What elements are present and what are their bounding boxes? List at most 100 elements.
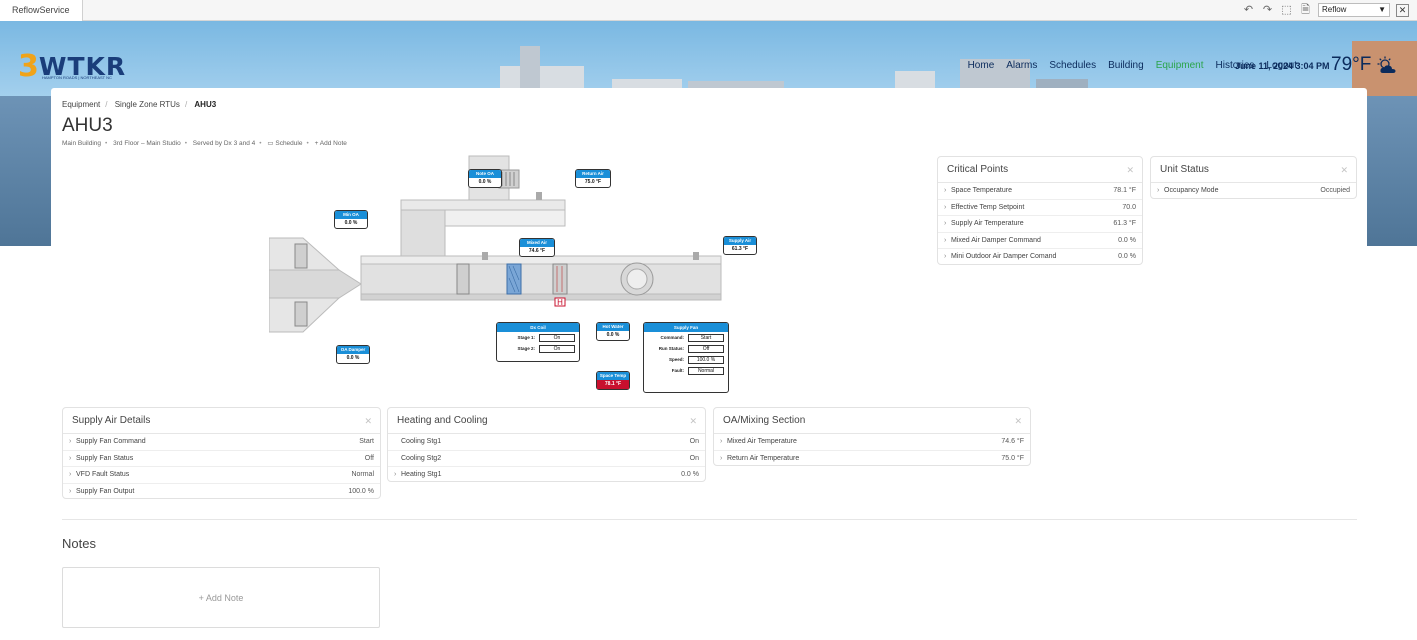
partly-cloudy-icon [1377, 56, 1396, 73]
fan-command-row: Command: Start [644, 332, 728, 343]
supply-air-sensor[interactable]: Supply Air 61.3 °F [723, 236, 757, 255]
chevron-down-icon: ▼ [1378, 5, 1386, 14]
oa-mixing-widget: OA/Mixing Section ✕ › Mixed Air Temperatu… [713, 407, 1031, 466]
heating-cooling-widget: Heating and Cooling ✕ ›Cooling Stg1On ›C… [387, 407, 706, 482]
breadcrumb-separator: / [105, 100, 108, 109]
list-item[interactable]: › Supply Fan Output 100.0 % [63, 484, 380, 501]
list-item[interactable]: › VFD Fault Status Normal [63, 467, 380, 484]
close-icon[interactable]: ✕ [1126, 157, 1134, 183]
close-icon[interactable]: ✕ [1340, 157, 1348, 183]
chevron-right-icon: › [944, 253, 947, 261]
nav-schedules[interactable]: Schedules [1049, 60, 1096, 71]
mode-select[interactable]: Reflow ▼ [1318, 3, 1390, 17]
list-item[interactable]: › Mixed Air Damper Command 0.0 % [938, 233, 1142, 250]
list-item[interactable]: › Mini Outdoor Air Damper Comand 0.0 % [938, 249, 1142, 266]
toolbar-icons: ↶ ↷ ⬚ 🗎 Reflow ▼ ✕ [1242, 3, 1409, 17]
list-item[interactable]: › Supply Fan Command Start [63, 434, 380, 451]
breadcrumb: Equipment / Single Zone RTUs / AHU3 [62, 100, 216, 109]
space-temp-sensor[interactable]: Space Temp 78.1 °F [596, 371, 630, 390]
chevron-right-icon: › [944, 187, 947, 194]
breadcrumb-separator: / [184, 100, 188, 109]
station-logo[interactable]: 3 WTKR HAMPTON ROADS | NORTHEAST NC [18, 49, 126, 84]
oa-damper-sensor[interactable]: OA Damper 0.0 % [336, 345, 370, 364]
min-oa-sensor[interactable]: Min OA 0.0 % [334, 210, 368, 229]
fan-fault-value: Normal [688, 366, 724, 375]
add-note-button[interactable]: + Add Note [62, 567, 380, 628]
close-icon[interactable]: ✕ [364, 408, 372, 434]
row-label: Stage 2: [517, 346, 535, 351]
mode-select-value: Reflow [1322, 5, 1347, 14]
mixed-air-sensor[interactable]: Mixed Air 74.6 °F [519, 238, 555, 257]
nav-building[interactable]: Building [1108, 60, 1144, 71]
dx-stage1-value: On [539, 333, 575, 342]
widget-header: OA/Mixing Section ✕ [714, 408, 1030, 434]
breadcrumb-single-zone-rtus[interactable]: Single Zone RTUs [115, 100, 180, 109]
list-item[interactable]: ›Cooling Stg2On [388, 451, 705, 468]
chevron-right-icon: › [720, 454, 723, 462]
meta-schedule-link[interactable]: Schedule [275, 140, 302, 147]
section-divider [62, 519, 1357, 520]
list-item[interactable]: › Heating Stg1 0.0 % [388, 467, 705, 484]
sensor-label: Mixed Air [520, 239, 554, 247]
browser-toolbar: ReflowService ↶ ↷ ⬚ 🗎 Reflow ▼ ✕ [0, 0, 1417, 21]
nav-equipment[interactable]: Equipment [1156, 60, 1204, 71]
breadcrumb-equipment[interactable]: Equipment [62, 100, 100, 109]
fan-speed-row: Speed: 100.0 % [644, 354, 728, 365]
list-item[interactable]: › Supply Fan Status Off [63, 451, 380, 468]
redo-icon[interactable]: ↷ [1261, 4, 1274, 17]
panel-title: Dx Coil [497, 323, 579, 332]
list-item[interactable]: › Return Air Temperature 75.0 °F [714, 451, 1030, 468]
close-icon[interactable]: ✕ [1014, 408, 1022, 434]
chevron-right-icon: › [69, 471, 72, 479]
undo-icon[interactable]: ↶ [1242, 4, 1255, 17]
sensor-value: 61.3 °F [731, 246, 749, 252]
fan-command-value: Start [688, 333, 724, 342]
chevron-right-icon: › [944, 236, 947, 244]
row-label: Speed: [668, 357, 684, 362]
close-icon[interactable]: ✕ [1396, 3, 1409, 17]
nav-alarms[interactable]: Alarms [1006, 60, 1037, 71]
nav-home[interactable]: Home [968, 60, 995, 71]
page-icon[interactable]: 🗎 [1299, 4, 1312, 17]
widget-header: Supply Air Details ✕ [63, 408, 380, 434]
chevron-right-icon: › [69, 487, 72, 495]
supply-fan-panel[interactable]: Supply Fan Command: Start Run Status: Of… [643, 322, 729, 393]
outdoor-temperature: 79°F [1331, 54, 1372, 75]
sensor-label: OA Damper [337, 346, 369, 354]
return-air-sensor[interactable]: Return Air 75.0 °F [575, 169, 611, 188]
meta-served: Served by Dx 3 and 4 [192, 140, 256, 147]
browser-tab[interactable]: ReflowService [0, 0, 83, 21]
chevron-right-icon: › [720, 438, 723, 445]
sensor-value: 0.0 % [346, 355, 360, 361]
meta-floor: 3rd Floor – Main Studio [113, 140, 181, 147]
list-item[interactable]: › Effective Temp Setpoint 70.0 [938, 200, 1142, 217]
list-item[interactable]: › Mixed Air Temperature 74.6 °F [714, 434, 1030, 451]
unit-status-widget: Unit Status ✕ › Occupancy Mode Occupied [1150, 156, 1357, 199]
sensor-value: 0.0 % [606, 332, 620, 338]
sensor-label: Note OA [469, 170, 501, 178]
list-item[interactable]: › Occupancy Mode Occupied [1151, 183, 1356, 200]
widget-title: Supply Air Details [72, 415, 151, 426]
sensor-value: 0.0 % [478, 179, 492, 185]
row-label: Fault: [671, 368, 684, 373]
logo-numeral: 3 [18, 49, 39, 84]
dx-stage2-row: Stage 2: On [497, 343, 579, 354]
svg-text:H: H [557, 298, 563, 307]
supply-air-details-widget: Supply Air Details ✕ › Supply Fan Command… [62, 407, 381, 499]
note-oa-sensor[interactable]: Note OA 0.0 % [468, 169, 502, 188]
meta-add-note-link[interactable]: + Add Note [315, 140, 347, 147]
select-region-icon[interactable]: ⬚ [1280, 4, 1293, 17]
current-datetime: June 11, 2024 3:04 PM [1235, 61, 1330, 71]
row-label: Stage 1: [517, 335, 535, 340]
hot-water-sensor[interactable]: Hot Water 0.0 % [596, 322, 630, 341]
chevron-right-icon: › [69, 438, 72, 445]
logo-subtitle: HAMPTON ROADS | NORTHEAST NC [42, 75, 112, 80]
chevron-right-icon: › [944, 203, 947, 211]
widget-header: Unit Status ✕ [1151, 157, 1356, 183]
dx-coil-panel[interactable]: Dx Coil Stage 1: On Stage 2: On [496, 322, 580, 362]
equipment-meta: Main Building • 3rd Floor – Main Studio • … [62, 140, 347, 147]
list-item[interactable]: ›Cooling Stg1On [388, 434, 705, 451]
list-item[interactable]: › Space Temperature 78.1 °F [938, 183, 1142, 200]
list-item[interactable]: › Supply Air Temperature 61.3 °F [938, 216, 1142, 233]
close-icon[interactable]: ✕ [689, 408, 697, 434]
